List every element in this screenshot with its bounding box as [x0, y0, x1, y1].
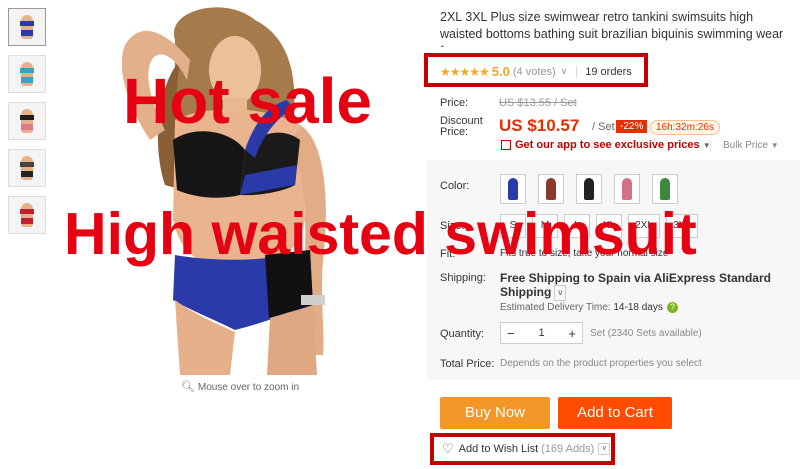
thumbnail-bottom [21, 171, 33, 177]
thumbnail-top [20, 209, 34, 214]
shipping-label: Shipping: [440, 272, 486, 284]
product-thumbnail[interactable] [8, 55, 46, 93]
app-promo-link[interactable]: Get our app to see exclusive prices ▼ [515, 139, 711, 151]
increment-button[interactable]: + [562, 326, 582, 341]
zoom-hint: 🔍︎ Mouse over to zoom in [55, 380, 425, 393]
current-price: US $10.57 [499, 116, 580, 135]
thumbnail-top [20, 21, 34, 26]
qr-code-icon [501, 140, 511, 150]
product-thumbnail[interactable] [8, 196, 46, 234]
product-thumbnail[interactable] [8, 102, 46, 140]
quantity-value[interactable]: 1 [532, 327, 550, 339]
swatch-figure [584, 178, 594, 200]
help-icon[interactable]: ? [666, 302, 678, 313]
shipping-text: Free Shipping to Spain via AliExpress St… [500, 271, 771, 300]
swatch-figure [508, 178, 518, 200]
total-price-label: Total Price: [440, 358, 495, 370]
original-price: US $13.55 / Set [499, 97, 577, 109]
thumbnail-top [20, 115, 34, 120]
product-thumbnail[interactable] [8, 149, 46, 187]
swatch-figure [660, 178, 670, 200]
overlay-hot-sale: Hot sale [123, 65, 372, 137]
overlay-high-waisted: High waisted swimsuit [64, 201, 697, 267]
discount-price-label-2: Price: [440, 126, 469, 138]
thumbnail-top [20, 68, 34, 73]
price-unit: / Set [592, 121, 615, 133]
wishlist-highlight-box [430, 433, 615, 465]
search-icon: 🔍︎ [180, 381, 195, 393]
quantity-label: Quantity: [440, 328, 485, 340]
swatch-figure [622, 178, 632, 200]
price-label: Price: [440, 97, 469, 109]
availability-text: Set (2340 Sets available) [590, 328, 702, 339]
total-price-text: Depends on the product properties you se… [500, 358, 702, 369]
decrement-button[interactable]: − [501, 326, 521, 341]
app-promo-text: Get our app to see exclusive prices [515, 139, 700, 151]
countdown-timer: 16h:32m:26s [650, 120, 720, 135]
thumbnail-bottom [21, 218, 33, 224]
quantity-stepper[interactable]: − 1 + [500, 322, 583, 344]
product-title: 2XL 3XL Plus size swimwear retro tankini… [440, 10, 784, 47]
chevron-down-icon[interactable]: ∨ [554, 285, 567, 301]
swatch-figure [546, 178, 556, 200]
main-product-image[interactable] [55, 0, 425, 375]
rating-highlight-box [424, 53, 648, 87]
thumbnail-bottom [21, 77, 33, 83]
delivery-estimate: Estimated Delivery Time: 14-18 days? [500, 302, 678, 313]
divider [710, 140, 711, 152]
thumbnail-top [20, 162, 34, 167]
caret-down-icon: ▼ [770, 141, 779, 150]
model-illustration [121, 7, 326, 375]
thumbnail-bottom [21, 30, 33, 36]
shipping-method[interactable]: Free Shipping to Spain via AliExpress St… [500, 271, 790, 301]
color-label: Color: [440, 180, 470, 192]
buy-now-button[interactable]: Buy Now [440, 397, 550, 429]
delivery-value: 14-18 days [613, 302, 663, 314]
product-thumbnail[interactable] [8, 8, 46, 46]
add-to-cart-button[interactable]: Add to Cart [558, 397, 672, 429]
discount-badge: -22% [616, 120, 648, 133]
delivery-label: Estimated Delivery Time: [500, 302, 611, 314]
zoom-hint-text: Mouse over to zoom in [197, 382, 300, 393]
bulk-price-link[interactable]: Bulk Price ▼ [723, 140, 779, 151]
thumbnail-list [8, 8, 48, 243]
bulk-price-text: Bulk Price [723, 140, 769, 151]
thumbnail-bottom [21, 124, 33, 130]
